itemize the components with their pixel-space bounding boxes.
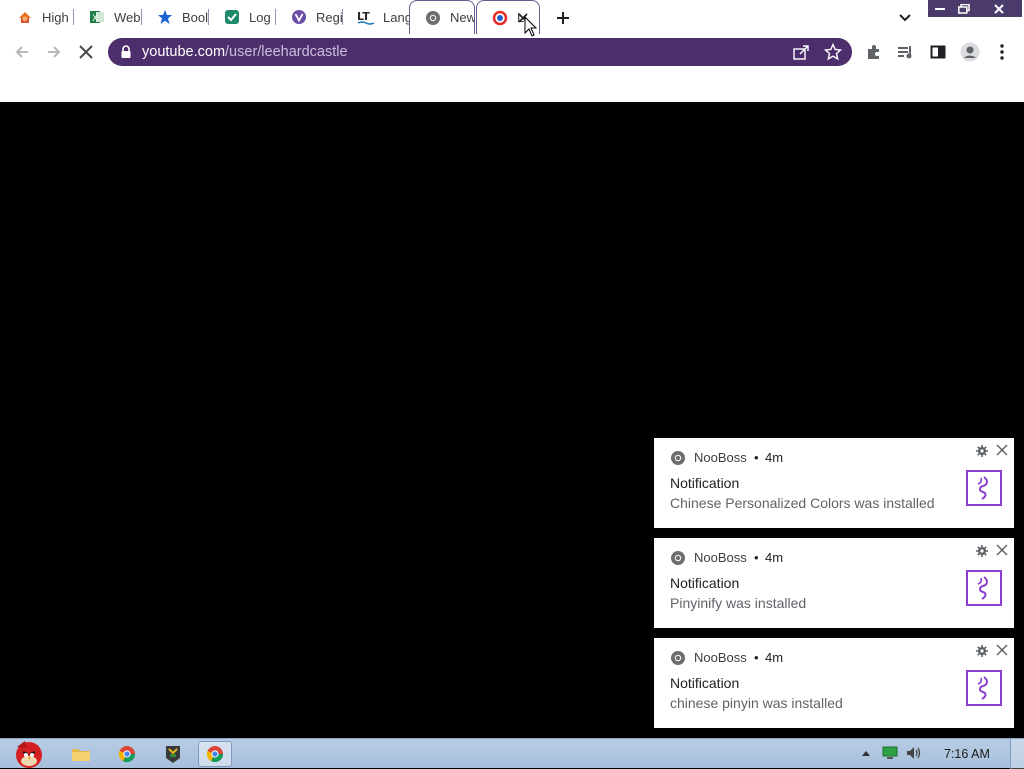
taskbar-clock[interactable]: 7:16 AM [944, 747, 990, 761]
close-icon[interactable] [995, 643, 1009, 657]
chrome-icon [670, 650, 686, 666]
notification-time: 4m [765, 550, 784, 565]
profile-avatar-icon[interactable] [960, 42, 980, 62]
network-icon[interactable] [882, 745, 898, 761]
window-controls [928, 0, 1022, 17]
notification-message: Pinyinify was installed [670, 595, 807, 611]
tab-lang[interactable]: LT Lang [343, 0, 409, 34]
notification-card[interactable]: NooBoss • 4m Notification Pinyinify was … [654, 538, 1014, 628]
tab-title: High [42, 9, 69, 25]
new-tab-button[interactable] [552, 7, 574, 29]
tab-title: New [450, 10, 474, 25]
tab-title: Lang [383, 9, 409, 25]
tab-title: Log [249, 9, 271, 25]
show-desktop-button[interactable] [1010, 739, 1024, 769]
extensions-puzzle-icon[interactable] [864, 42, 884, 62]
tab-high[interactable]: High [2, 0, 74, 34]
notification-card[interactable]: NooBoss • 4m Notification chinese pinyin… [654, 638, 1014, 728]
excel-icon: X [88, 8, 106, 26]
stop-loading-button[interactable] [76, 42, 96, 62]
nooboss-extension-icon [966, 470, 1002, 506]
tab-search-chevron-down-icon[interactable] [896, 9, 914, 27]
tab-title: Bool [182, 9, 209, 25]
tab-strip: High X Web Bool Log Regi LT Lang New L [0, 0, 1024, 34]
google-scholar-icon [16, 8, 34, 26]
notification-card[interactable]: NooBoss • 4m Notification Chinese Person… [654, 438, 1014, 528]
browser-toolbar: youtube.com/user/leehardcastle [0, 34, 1024, 70]
nooboss-extension-icon [966, 570, 1002, 606]
gear-icon[interactable] [976, 644, 988, 657]
notification-title: Notification [670, 675, 740, 691]
forward-button[interactable] [44, 42, 64, 62]
notification-message: Chinese Personalized Colors was installe… [670, 495, 935, 511]
close-icon[interactable] [995, 543, 1009, 557]
gear-icon[interactable] [976, 444, 988, 457]
separator-dot: • [754, 650, 759, 665]
lock-icon [120, 45, 132, 59]
notification-app-name: NooBoss [694, 650, 747, 665]
address-bar[interactable]: youtube.com/user/leehardcastle [108, 38, 852, 66]
tab-regi[interactable]: Regi [276, 0, 343, 34]
languagetool-icon: LT [357, 8, 375, 26]
show-hidden-icons-up-icon[interactable] [858, 745, 874, 761]
page-top-strip [0, 70, 1024, 102]
url-path: /user/leehardcastle [225, 44, 348, 60]
notification-time: 4m [765, 450, 784, 465]
restore-button[interactable] [952, 0, 976, 17]
star-bookmark-icon [156, 8, 174, 26]
notification-app-name: NooBoss [694, 450, 747, 465]
notification-app-name: NooBoss [694, 550, 747, 565]
separator-dot: • [754, 450, 759, 465]
tab-log[interactable]: Log [209, 0, 276, 34]
nooboss-extension-icon [966, 670, 1002, 706]
notification-title: Notification [670, 575, 740, 591]
vuetify-icon [290, 8, 308, 26]
folder-icon[interactable] [64, 741, 98, 767]
more-menu-icon[interactable] [992, 42, 1012, 62]
tab-web[interactable]: X Web [74, 0, 142, 34]
tab-title: Web [114, 9, 141, 25]
share-icon[interactable] [792, 44, 810, 60]
minimize-button[interactable] [928, 0, 952, 17]
gear-icon[interactable] [976, 544, 988, 557]
notification-title: Notification [670, 475, 740, 491]
notification-time: 4m [765, 650, 784, 665]
svg-text:LT: LT [357, 10, 370, 23]
tab-title: Regi [316, 9, 343, 25]
close-icon[interactable] [995, 443, 1009, 457]
tab-bool[interactable]: Bool [142, 0, 209, 34]
bookmark-star-icon[interactable] [823, 42, 843, 61]
game-icon[interactable] [156, 741, 190, 767]
angry-birds-start-icon[interactable] [4, 741, 50, 768]
chrome-icon [424, 9, 442, 27]
volume-icon[interactable] [906, 745, 922, 761]
notification-message: chinese pinyin was installed [670, 695, 843, 711]
loading-icon [491, 9, 509, 27]
tab-new[interactable]: New [409, 0, 475, 34]
close-window-button[interactable] [976, 0, 1022, 17]
separator-dot: • [754, 550, 759, 565]
back-button[interactable] [12, 42, 32, 62]
mouse-cursor-icon [524, 16, 538, 37]
windows-taskbar: 7:16 AM [0, 738, 1024, 769]
media-controls-icon[interactable] [896, 42, 916, 62]
chrome-active-icon[interactable] [198, 741, 232, 767]
chrome-icon[interactable] [110, 741, 144, 767]
chrome-icon [670, 550, 686, 566]
svg-text:X: X [92, 14, 98, 24]
url-text[interactable]: youtube.com/user/leehardcastle [142, 44, 348, 60]
side-panel-icon[interactable] [928, 42, 948, 62]
check-app-icon [223, 8, 241, 26]
chrome-icon [670, 450, 686, 466]
url-domain: youtube.com [142, 44, 226, 60]
